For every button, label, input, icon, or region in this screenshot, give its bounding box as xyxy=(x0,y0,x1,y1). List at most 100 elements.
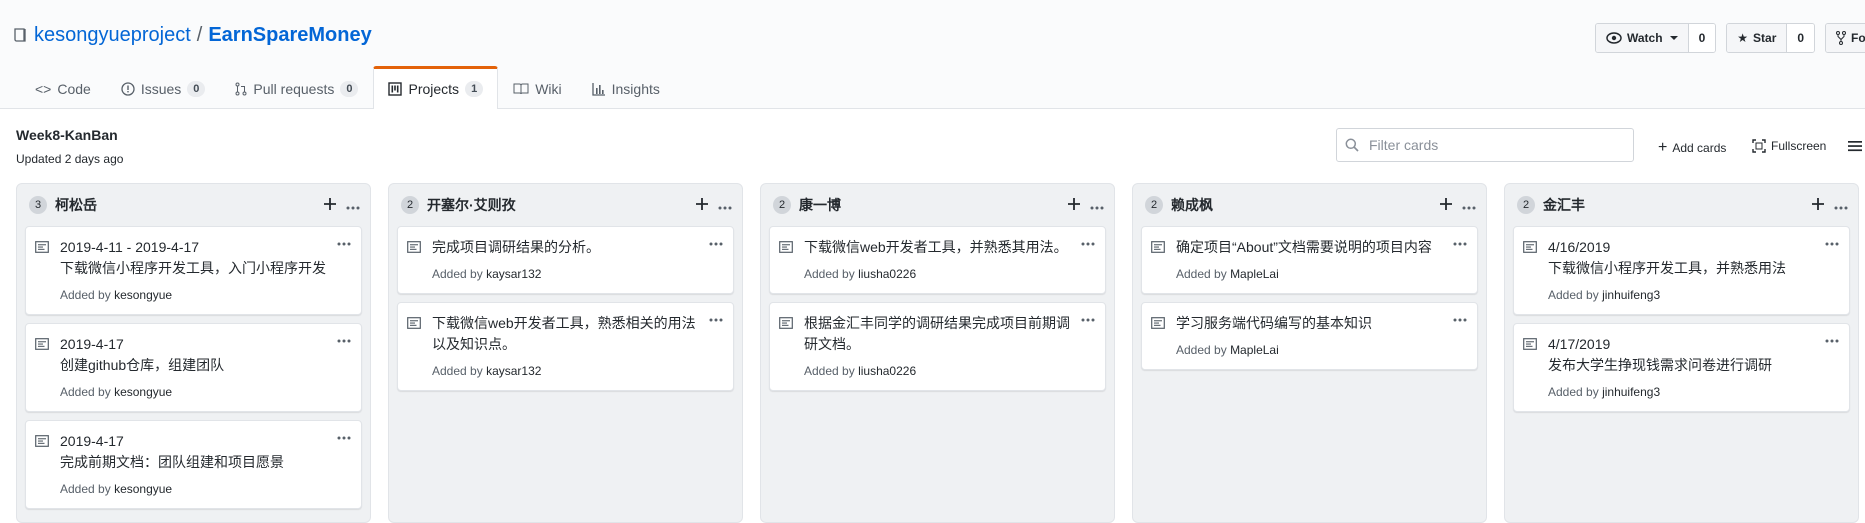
filter-cards-input[interactable] xyxy=(1367,136,1621,154)
card-author[interactable]: kaysar132 xyxy=(486,267,541,281)
card-author[interactable]: kesongyue xyxy=(114,288,172,302)
project-card[interactable]: 根据金汇丰同学的调研结果完成项目前期调 研文档。 Added by liusha02… xyxy=(769,302,1106,391)
added-by-prefix: Added by xyxy=(432,364,483,378)
card-author[interactable]: liusha0226 xyxy=(858,364,916,378)
column-header: 2 赖成枫 xyxy=(1133,184,1486,226)
note-icon xyxy=(407,316,421,332)
card-menu-icon[interactable] xyxy=(1453,309,1467,325)
project-updated: Updated 2 days ago xyxy=(16,152,124,166)
add-cards-label: Add cards xyxy=(1672,141,1727,155)
project-card[interactable]: 2019-4-17 完成前期文档：团队组建和项目愿景 Added by kesong… xyxy=(25,420,362,509)
card-added-by: Added by MapleLai xyxy=(1176,267,1465,281)
card-added-by: Added by kesongyue xyxy=(60,482,349,496)
fullscreen-button[interactable]: Fullscreen xyxy=(1752,139,1826,153)
add-cards-button[interactable]: + Add cards xyxy=(1658,139,1726,157)
card-menu-icon[interactable] xyxy=(709,309,723,325)
note-icon xyxy=(779,316,793,332)
card-added-by: Added by kesongyue xyxy=(60,288,349,302)
card-added-by: Added by kesongyue xyxy=(60,385,349,399)
card-author[interactable]: jinhuifeng3 xyxy=(1602,288,1660,302)
card-added-by: Added by kaysar132 xyxy=(432,364,721,378)
project-card[interactable]: 下载微信web开发者工具，熟悉相关的用法 以及知识点。 Added by kaysa… xyxy=(397,302,734,391)
column-cards: 确定项目“About”文档需要说明的项目内容 Added by MapleLai 学… xyxy=(1133,226,1486,370)
column-menu-icon[interactable] xyxy=(1834,197,1848,213)
star-icon: ★ xyxy=(1737,31,1749,45)
tab-issues[interactable]: Issues 0 xyxy=(106,69,221,108)
card-author[interactable]: MapleLai xyxy=(1230,267,1279,281)
watch-button[interactable]: Watch xyxy=(1596,24,1689,52)
board-column: 2 开塞尔·艾则孜 完成项目调研结果的分析。 Added by kaysar132 下载… xyxy=(388,183,743,523)
column-menu-icon[interactable] xyxy=(1462,197,1476,213)
card-menu-icon[interactable] xyxy=(337,330,351,346)
watch-count[interactable]: 0 xyxy=(1688,24,1716,52)
card-author[interactable]: kesongyue xyxy=(114,385,172,399)
fork-button[interactable]: Fork xyxy=(1826,24,1865,52)
project-card[interactable]: 2019-4-17 创建github仓库，组建团队 Added by kesongy… xyxy=(25,323,362,412)
tab-wiki[interactable]: Wiki xyxy=(498,69,576,108)
card-menu-icon[interactable] xyxy=(1453,233,1467,249)
code-icon: <> xyxy=(35,81,52,97)
column-menu-icon[interactable] xyxy=(346,197,360,213)
column-title: 赖成枫 xyxy=(1171,197,1213,213)
card-author[interactable]: jinhuifeng3 xyxy=(1602,385,1660,399)
book-icon xyxy=(513,83,529,95)
card-author[interactable]: kaysar132 xyxy=(486,364,541,378)
card-author[interactable]: kesongyue xyxy=(114,482,172,496)
project-card[interactable]: 确定项目“About”文档需要说明的项目内容 Added by MapleLai xyxy=(1141,226,1478,294)
card-note-text: 完成项目调研结果的分析。 xyxy=(432,239,600,255)
card-author[interactable]: liusha0226 xyxy=(858,267,916,281)
card-menu-icon[interactable] xyxy=(709,233,723,249)
card-note-text: 4/16/2019 xyxy=(1548,239,1611,255)
plus-icon[interactable] xyxy=(324,197,336,213)
project-card[interactable]: 完成项目调研结果的分析。 Added by kaysar132 xyxy=(397,226,734,294)
project-card[interactable]: 学习服务端代码编写的基本知识 Added by MapleLai xyxy=(1141,302,1478,370)
card-added-by: Added by MapleLai xyxy=(1176,343,1465,357)
project-card[interactable]: 2019-4-11 - 2019-4-17 下载微信小程序开发工具，入门小程序开发… xyxy=(25,226,362,315)
star-button[interactable]: ★ Star xyxy=(1727,24,1788,52)
tab-insights[interactable]: Insights xyxy=(577,69,675,108)
card-menu-icon[interactable] xyxy=(337,233,351,249)
card-menu-icon[interactable] xyxy=(1081,309,1095,325)
card-menu-icon[interactable] xyxy=(1081,233,1095,249)
plus-icon[interactable] xyxy=(696,197,708,213)
menu-button[interactable] xyxy=(1848,140,1862,152)
plus-icon[interactable] xyxy=(1068,197,1080,213)
column-cards: 2019-4-11 - 2019-4-17 下载微信小程序开发工具，入门小程序开发… xyxy=(17,226,370,509)
board-column: 3 柯松岳 2019-4-11 - 2019-4-17 下载微信小程序开发工具，入门小… xyxy=(16,183,371,523)
project-card[interactable]: 下载微信web开发者工具，并熟悉其用法。 Added by liusha0226 xyxy=(769,226,1106,294)
card-note-text: 创建github仓库，组建团队 xyxy=(60,357,225,373)
card-menu-icon[interactable] xyxy=(337,427,351,443)
note-icon xyxy=(1523,337,1537,353)
column-cards: 4/16/2019 下载微信小程序开发工具，并熟悉用法 Added by jinhu… xyxy=(1505,226,1858,412)
eye-icon xyxy=(1606,32,1622,44)
filter-cards-field xyxy=(1336,128,1634,162)
project-card[interactable]: 4/16/2019 下载微信小程序开发工具，并熟悉用法 Added by jinhu… xyxy=(1513,226,1850,315)
repo-title: kesongyueproject / EarnSpareMoney xyxy=(14,24,372,47)
tab-pull-requests[interactable]: Pull requests 0 xyxy=(220,69,373,108)
card-author[interactable]: MapleLai xyxy=(1230,343,1279,357)
card-menu-icon[interactable] xyxy=(1825,330,1839,346)
repo-name-link[interactable]: EarnSpareMoney xyxy=(208,24,371,47)
note-icon xyxy=(1523,240,1537,256)
added-by-prefix: Added by xyxy=(804,364,855,378)
issues-count: 0 xyxy=(187,81,206,97)
star-count[interactable]: 0 xyxy=(1787,24,1815,52)
plus-icon[interactable] xyxy=(1440,197,1452,213)
column-title: 开塞尔·艾则孜 xyxy=(427,197,516,213)
graph-icon xyxy=(591,83,605,96)
plus-icon[interactable] xyxy=(1812,197,1824,213)
tab-projects[interactable]: Projects 1 xyxy=(373,66,499,109)
note-icon xyxy=(35,337,49,353)
repo-actions: Watch 0 ★ Star 0 Fork xyxy=(1595,23,1865,53)
repo-separator: / xyxy=(196,24,203,46)
tab-code[interactable]: <> Code xyxy=(20,69,106,108)
column-menu-icon[interactable] xyxy=(718,197,732,213)
column-card-count: 3 xyxy=(29,196,47,214)
repo-owner-link[interactable]: kesongyueproject xyxy=(34,24,191,47)
search-icon xyxy=(1345,138,1359,152)
added-by-prefix: Added by xyxy=(60,482,111,496)
card-menu-icon[interactable] xyxy=(1825,233,1839,249)
project-card[interactable]: 4/17/2019 发布大学生挣现钱需求问卷进行调研 Added by jinhui… xyxy=(1513,323,1850,412)
column-menu-icon[interactable] xyxy=(1090,197,1104,213)
fullscreen-icon xyxy=(1752,139,1766,153)
